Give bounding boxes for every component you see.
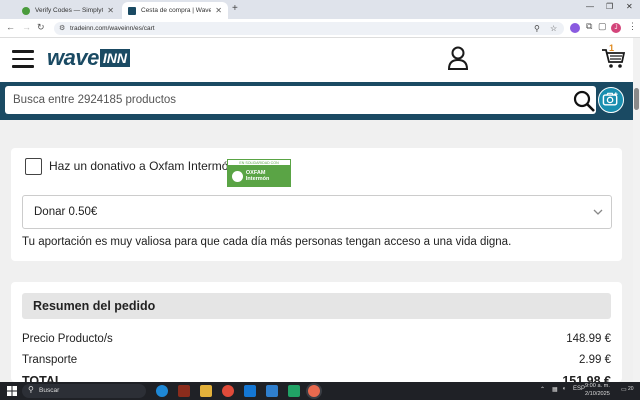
- tray-chevron-icon[interactable]: ⌃: [540, 386, 545, 393]
- tab-title: Verify Codes — SimplyCodes: [35, 7, 103, 14]
- app-icon[interactable]: [178, 385, 190, 397]
- calculator-icon[interactable]: [266, 385, 278, 397]
- extensions-puzzle-icon[interactable]: ⧉: [586, 21, 592, 32]
- notifications-icon[interactable]: ▭: [621, 386, 627, 393]
- page-scrollbar[interactable]: [633, 38, 640, 382]
- donation-card: Haz un donativo a Oxfam Intermón EN SOLI…: [11, 148, 622, 261]
- search-icon[interactable]: [572, 89, 596, 113]
- order-summary-title: Resumen del pedido: [33, 299, 156, 313]
- search-placeholder: Busca entre 2924185 productos: [13, 94, 177, 106]
- outlook-icon[interactable]: [244, 385, 256, 397]
- chrome-icon[interactable]: [222, 385, 234, 397]
- profile-avatar[interactable]: J: [611, 23, 621, 33]
- search-input[interactable]: Busca entre 2924185 productos: [5, 86, 596, 114]
- donation-select-value: Donar 0.50€: [34, 206, 98, 218]
- search-icon: ⚲: [28, 385, 34, 394]
- minimize-icon[interactable]: —: [586, 2, 594, 11]
- camera-icon: [602, 92, 618, 106]
- shopping-cart-icon[interactable]: [601, 46, 625, 70]
- spreadsheet-icon[interactable]: [288, 385, 300, 397]
- side-panel-icon[interactable]: ▢: [598, 21, 607, 32]
- logo-badge: INN: [99, 49, 130, 67]
- tab-simplycodes[interactable]: Verify Codes — SimplyCodes ✕: [16, 2, 120, 19]
- donation-amount-select[interactable]: Donar 0.50€: [22, 195, 612, 229]
- chevron-down-icon: [593, 209, 603, 215]
- browser-menu-icon[interactable]: ⋮: [628, 21, 637, 32]
- windows-start-icon[interactable]: [7, 386, 17, 396]
- waveinn-logo[interactable]: wave INN: [47, 45, 130, 70]
- product-price-label: Precio Producto/s: [22, 333, 113, 345]
- site-info-icon[interactable]: ⚙: [59, 22, 65, 35]
- shipping-label: Transporte: [22, 354, 78, 366]
- volume-icon[interactable]: ◖: [562, 386, 566, 392]
- taskbar-clock[interactable]: 9:00 a. m. 2/10/2025: [585, 383, 610, 398]
- bookmark-star-icon[interactable]: ☆: [550, 22, 557, 35]
- hamburger-menu-icon[interactable]: [12, 50, 34, 68]
- donation-note: Tu aportación es muy valiosa para que ca…: [22, 236, 512, 248]
- logo-wordmark: wave: [47, 45, 99, 70]
- donation-checkbox-label[interactable]: Haz un donativo a Oxfam Intermón: [49, 159, 235, 173]
- restore-icon[interactable]: ❐: [606, 2, 613, 11]
- shipping-value: 2.99 €: [579, 354, 611, 366]
- address-bar[interactable]: ⚙ tradeinn.com/waveinn/es/cart ⚲ ☆: [54, 22, 564, 35]
- scrollbar-thumb[interactable]: [634, 88, 639, 110]
- taskbar-search[interactable]: ⚲ Buscar: [22, 384, 146, 398]
- order-summary-card: Resumen del pedido Precio Producto/s 148…: [11, 282, 622, 382]
- taskbar-search-label: Buscar: [39, 387, 60, 394]
- chrome-profile-icon[interactable]: [308, 385, 320, 397]
- new-tab-button[interactable]: +: [232, 3, 238, 14]
- simplycodes-favicon-icon: [22, 6, 30, 15]
- tab-waveinn-cart[interactable]: Cesta de compra | Waveinn ✕: [122, 2, 228, 19]
- product-price-value: 148.99 €: [566, 333, 611, 345]
- browser-tab-strip: Verify Codes — SimplyCodes ✕ Cesta de co…: [0, 0, 640, 19]
- edge-icon[interactable]: [156, 385, 168, 397]
- taskbar-time: 9:00 a. m.: [585, 383, 610, 389]
- browser-toolbar: ← → ↻ ⚙ tradeinn.com/waveinn/es/cart ⚲ ☆…: [0, 19, 640, 38]
- search-bar-band: Busca entre 2924185 productos: [0, 82, 633, 120]
- donation-checkbox[interactable]: [25, 158, 42, 175]
- windows-taskbar: ⚲ Buscar ⌃ ▦ ◖ ESP 9:00 a. m. 2/10/2025 …: [0, 382, 640, 400]
- waveinn-favicon-icon: [128, 6, 136, 15]
- taskbar-date: 2/10/2025: [585, 390, 610, 397]
- file-explorer-icon[interactable]: [200, 385, 212, 397]
- total-value: 151.98 €: [562, 374, 611, 382]
- notification-count: 20: [628, 386, 634, 392]
- zoom-icon[interactable]: ⚲: [534, 22, 540, 35]
- total-label: TOTAL: [22, 374, 63, 382]
- order-summary-header: Resumen del pedido: [22, 293, 611, 319]
- site-header: wave INN 1: [0, 38, 633, 82]
- forward-icon[interactable]: →: [22, 22, 31, 32]
- back-icon[interactable]: ←: [6, 22, 15, 32]
- language-indicator[interactable]: ESP: [573, 386, 585, 392]
- extension-icon[interactable]: [570, 23, 580, 33]
- network-icon[interactable]: ▦: [552, 386, 558, 393]
- oxfam-badge: EN SOLIDARIDAD CON OXFAM Intermón: [227, 159, 291, 187]
- url-text: tradeinn.com/waveinn/es/cart: [70, 25, 155, 32]
- oxfam-badge-name: OXFAM Intermón: [245, 170, 270, 182]
- oxfam-logo-icon: [232, 170, 243, 182]
- close-tab-icon[interactable]: ✕: [215, 6, 222, 15]
- tab-title: Cesta de compra | Waveinn: [141, 7, 212, 14]
- close-window-icon[interactable]: ✕: [626, 2, 633, 11]
- close-tab-icon[interactable]: ✕: [107, 6, 114, 15]
- camera-search-button[interactable]: [598, 87, 624, 113]
- user-account-icon[interactable]: [447, 46, 469, 70]
- reload-icon[interactable]: ↻: [37, 22, 45, 33]
